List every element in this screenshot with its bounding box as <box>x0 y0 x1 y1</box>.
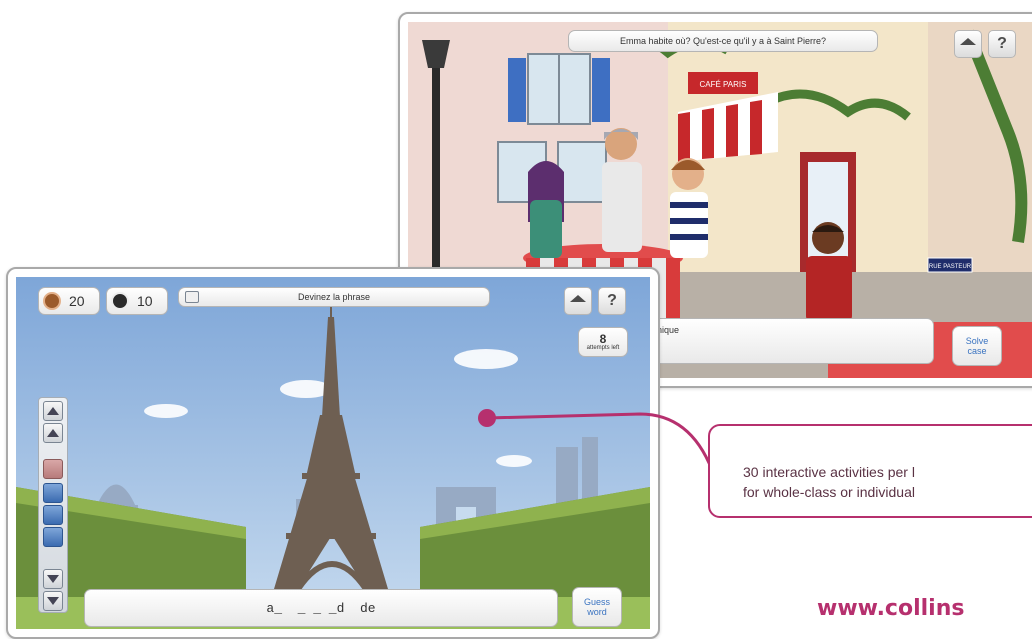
character-girl <box>528 161 564 258</box>
team2-avatar <box>111 292 129 310</box>
team1-score: 20 <box>69 293 85 309</box>
front-help-button[interactable]: ? <box>598 287 626 315</box>
tool-button-2[interactable] <box>43 483 63 503</box>
eiffel-scene-illustration <box>16 277 650 629</box>
guess-label-line1: Guess <box>583 597 610 607</box>
hidden-phrase: a_ _ _ _d de <box>266 600 376 616</box>
tool-button-3[interactable] <box>43 505 63 525</box>
back-home-button[interactable] <box>954 30 982 58</box>
attempts-text: attempts left <box>586 345 620 351</box>
up-arrow-icon <box>47 429 59 437</box>
attempts-counter: 8 attempts left <box>578 327 628 357</box>
team2-score: 10 <box>137 293 153 309</box>
website-url[interactable]: www.collins <box>817 596 964 621</box>
feature-callout: 30 interactive activities per l for whol… <box>708 424 1032 518</box>
eiffel-activity-screenshot: 20 10 Devinez la phrase ? 8 attempts lef… <box>6 267 660 639</box>
guess-label-line2: word <box>587 607 607 617</box>
solve-label-line2: case <box>967 346 987 356</box>
callout-line1: 30 interactive activities per l <box>743 464 915 480</box>
home-icon <box>570 294 586 302</box>
answer-text: nique <box>657 325 680 335</box>
play-audio-icon[interactable] <box>185 291 199 303</box>
street-sign: RUE PASTEUR <box>929 264 972 270</box>
eiffel-scene: 20 10 Devinez la phrase ? 8 attempts lef… <box>16 277 650 629</box>
home-icon <box>960 37 976 45</box>
question-text: Emma habite où? Qu'est-ce qu'il y a à Sa… <box>619 36 827 46</box>
shop-sign: CAFÉ PARIS <box>700 80 747 89</box>
solve-case-button[interactable]: Solve case <box>952 326 1002 366</box>
question-bubble: Emma habite où? Qu'est-ce qu'il y a à Sa… <box>568 30 878 52</box>
tool-button-4[interactable] <box>43 527 63 547</box>
answer-bar[interactable]: nique <box>648 318 934 364</box>
guess-word-button[interactable]: Guess word <box>572 587 622 627</box>
scroll-down-button[interactable] <box>43 569 63 589</box>
front-home-button[interactable] <box>564 287 592 315</box>
attempts-number: 8 <box>599 332 607 346</box>
callout-line2: for whole-class or individual <box>743 484 915 500</box>
character-boy-striped <box>670 158 708 258</box>
scroll-up-button[interactable] <box>43 423 63 443</box>
solve-label-line1: Solve <box>965 336 989 346</box>
activity-title-bar: Devinez la phrase <box>178 287 490 307</box>
double-up-icon <box>47 407 59 415</box>
back-help-button[interactable]: ? <box>988 30 1016 58</box>
scroll-top-button[interactable] <box>43 401 63 421</box>
team2-score-card: 10 <box>106 287 168 315</box>
team1-score-card: 20 <box>38 287 100 315</box>
down-arrow-icon <box>47 575 59 583</box>
letter-tool-button[interactable] <box>43 459 63 479</box>
team1-avatar <box>43 292 61 310</box>
character-boy-grey-hair <box>602 128 642 252</box>
phrase-bar[interactable]: a_ _ _ _d de <box>84 589 558 627</box>
double-down-icon <box>47 597 59 605</box>
scroll-bottom-button[interactable] <box>43 591 63 611</box>
activity-title: Devinez la phrase <box>297 292 371 302</box>
